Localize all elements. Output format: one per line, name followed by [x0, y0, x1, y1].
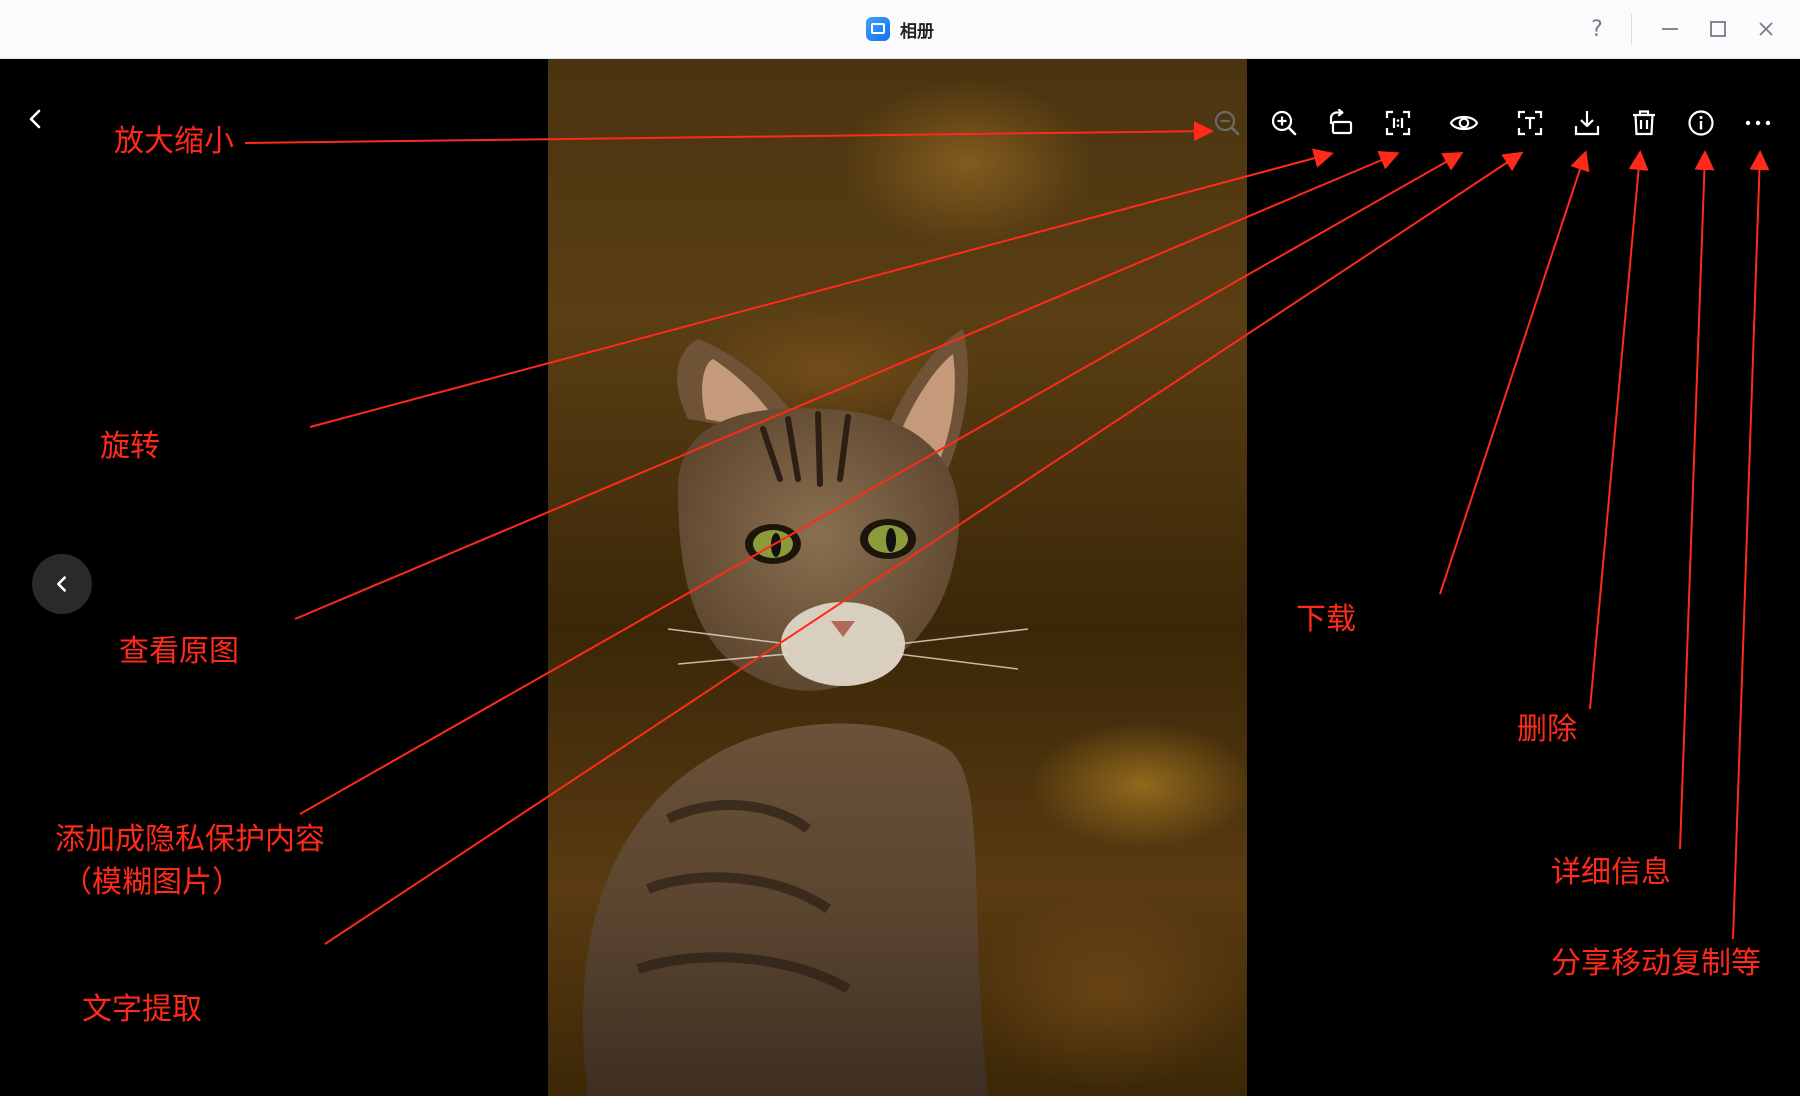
original-size-icon — [1385, 110, 1411, 136]
annotation-original: 查看原图 — [119, 634, 239, 669]
annotation-info: 详细信息 — [1551, 855, 1671, 890]
annotation-zoom: 放大缩小 — [114, 124, 234, 159]
zoom-out-icon — [1214, 110, 1240, 136]
rotate-button[interactable] — [1325, 107, 1357, 139]
close-button[interactable] — [1742, 0, 1790, 58]
maximize-icon — [1710, 21, 1726, 37]
arrow-info — [1679, 150, 1715, 850]
annotation-privacy-line1: 添加成隐私保护内容 — [55, 822, 325, 857]
photo-viewer-window: 相册 ? 放大缩小 旋转 查看原图 添加成隐私保护内容 （模糊图片） 文字提取 … — [0, 0, 1800, 1096]
previous-image-button[interactable] — [32, 554, 92, 614]
window-controls: ? — [1573, 0, 1800, 58]
title-bar: 相册 ? — [0, 0, 1800, 59]
download-icon — [1574, 111, 1600, 136]
delete-button[interactable] — [1628, 107, 1660, 139]
help-icon: ? — [1591, 16, 1603, 42]
privacy-button[interactable] — [1448, 107, 1480, 139]
window-controls-divider — [1631, 14, 1632, 44]
back-button[interactable] — [20, 103, 52, 135]
chevron-left-icon — [57, 576, 67, 592]
cat-photo — [548, 59, 1247, 1096]
original-size-button[interactable] — [1382, 107, 1414, 139]
download-button[interactable] — [1571, 107, 1603, 139]
annotation-download: 下载 — [1296, 602, 1356, 637]
app-title-area: 相册 — [0, 0, 1800, 58]
zoom-out-button[interactable] — [1211, 107, 1243, 139]
maximize-button[interactable] — [1694, 0, 1742, 58]
help-button[interactable]: ? — [1573, 0, 1621, 58]
info-button[interactable] — [1685, 107, 1717, 139]
gallery-app-icon — [866, 17, 890, 41]
arrow-download — [1439, 150, 1590, 595]
annotation-text-extract: 文字提取 — [82, 992, 202, 1027]
text-extract-icon — [1517, 110, 1543, 136]
zoom-in-icon — [1271, 110, 1297, 136]
close-icon — [1759, 22, 1773, 36]
more-button[interactable] — [1742, 107, 1774, 139]
app-title: 相册 — [900, 21, 934, 42]
cat-illustration — [583, 329, 1029, 1096]
arrow-more — [1732, 150, 1770, 940]
annotation-privacy-line2: （模糊图片） — [62, 865, 242, 900]
more-icon — [1745, 120, 1771, 126]
text-extract-button[interactable] — [1514, 107, 1546, 139]
trash-icon — [1633, 110, 1655, 136]
annotation-delete: 删除 — [1517, 712, 1577, 747]
minimize-button[interactable] — [1646, 0, 1694, 58]
arrow-delete — [1589, 150, 1649, 710]
annotation-rotate: 旋转 — [100, 429, 160, 464]
eye-icon — [1449, 115, 1479, 131]
annotation-more: 分享移动复制等 — [1551, 946, 1761, 981]
rotate-icon — [1329, 109, 1353, 135]
minimize-icon — [1662, 28, 1678, 30]
chevron-left-icon — [29, 109, 41, 129]
image-viewer: 放大缩小 旋转 查看原图 添加成隐私保护内容 （模糊图片） 文字提取 下载 删除… — [0, 59, 1800, 1096]
info-icon — [1688, 110, 1714, 136]
zoom-in-button[interactable] — [1268, 107, 1300, 139]
